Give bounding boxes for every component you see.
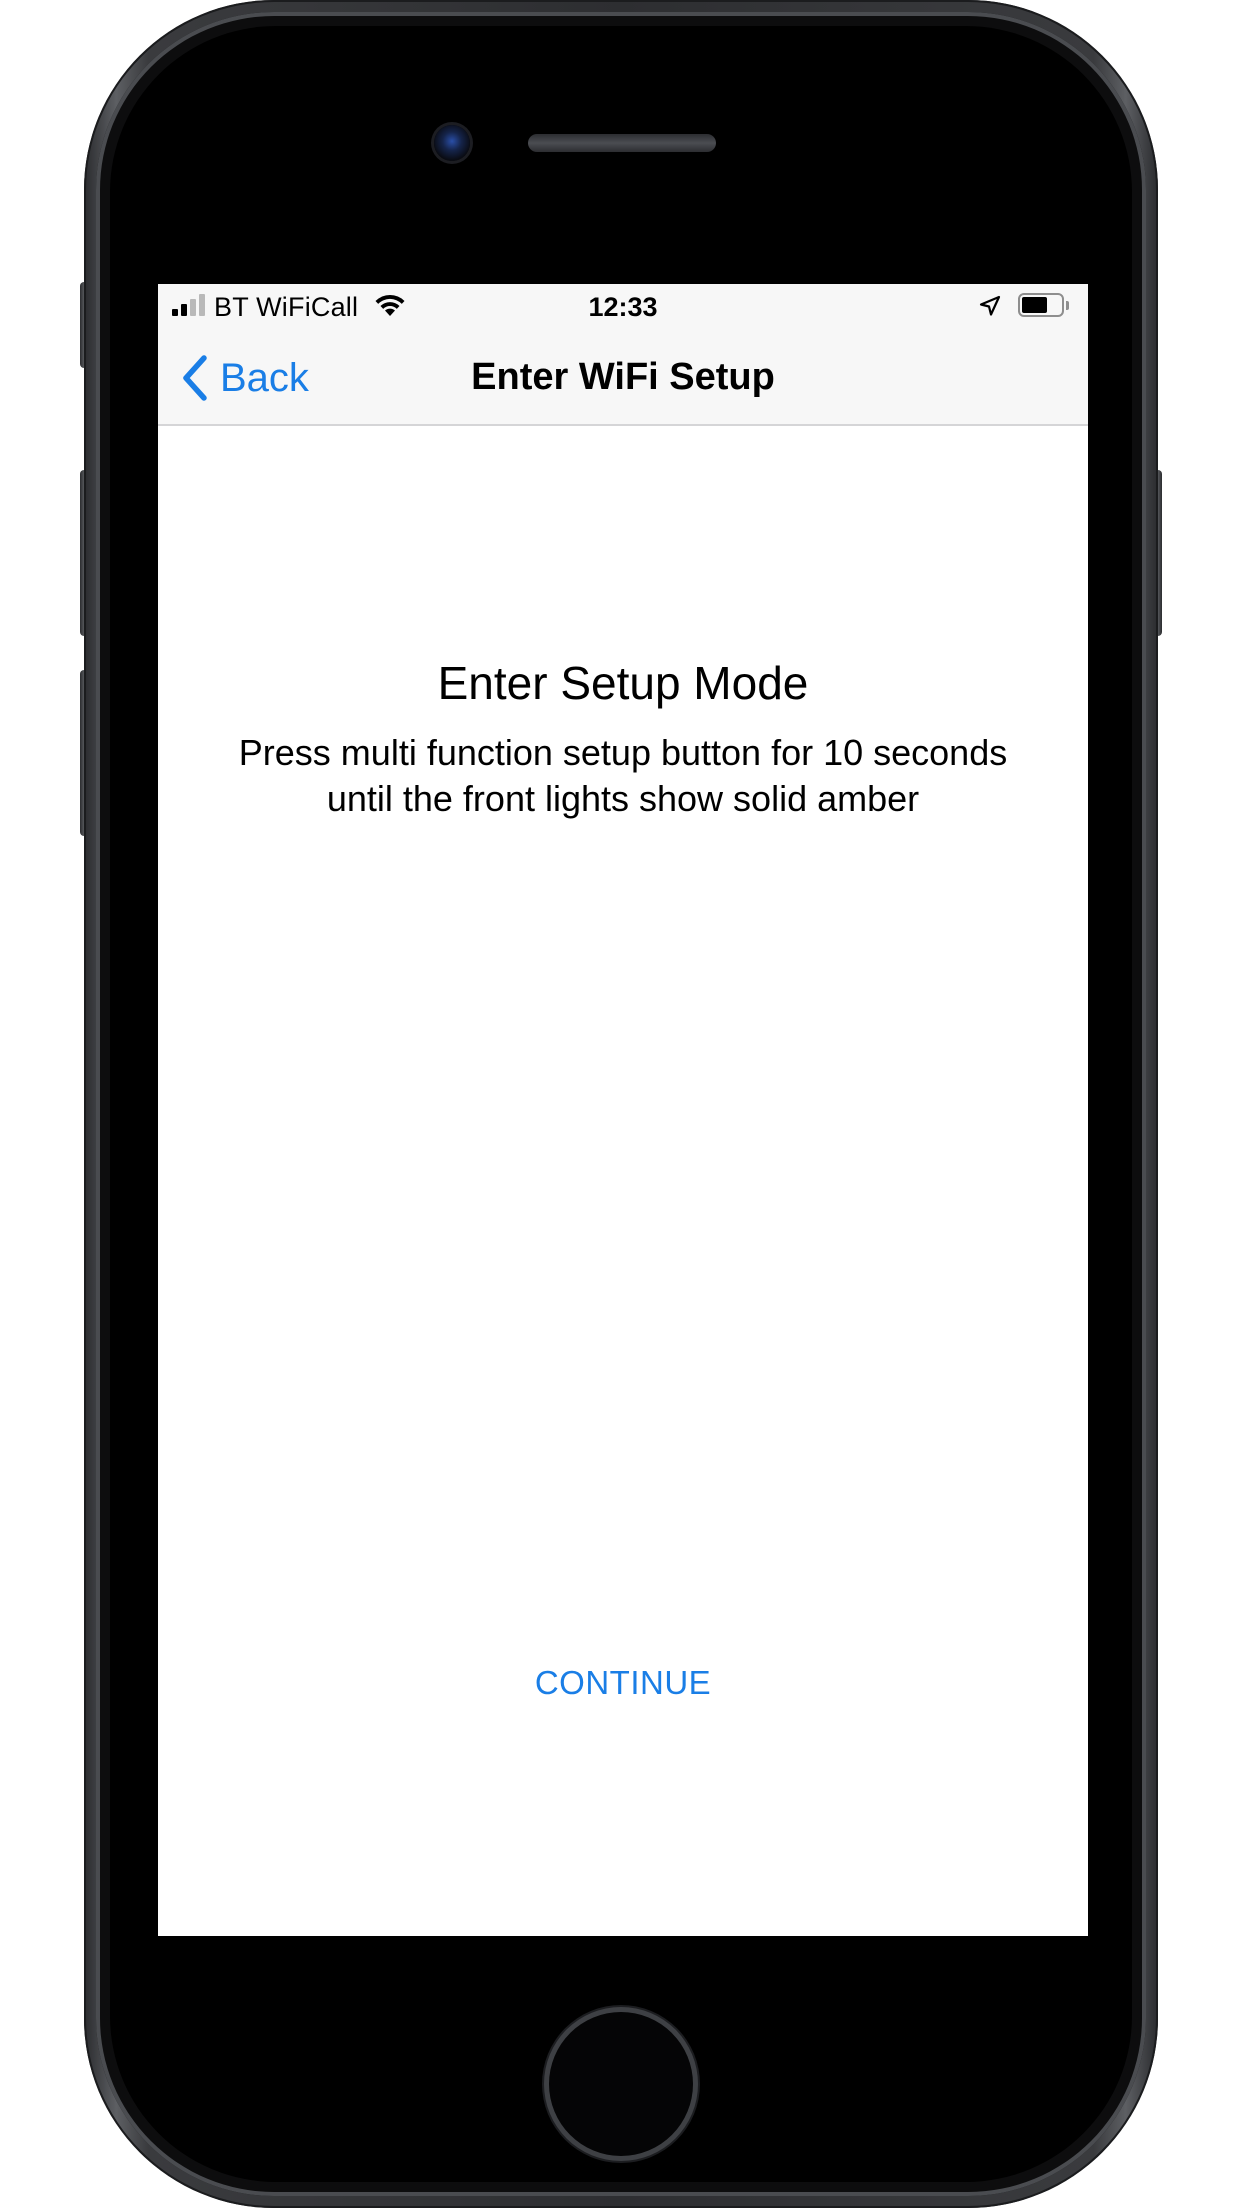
continue-button[interactable]: CONTINUE (523, 1664, 723, 1702)
battery-tip (1066, 301, 1069, 310)
battery-level (1022, 297, 1047, 313)
instruction-line: until the front lights show solid amber (326, 778, 920, 819)
setup-heading: Enter Setup Mode (437, 657, 809, 709)
setup-instructions: Press multi function setup button for 10… (158, 730, 1088, 822)
earpiece-speaker (528, 134, 716, 152)
location-arrow-icon (979, 295, 1001, 316)
device-mockup: BT WiFiCall 12:33 Back Enter WiFi Setup … (0, 0, 1242, 2208)
page-title: Enter WiFi Setup (471, 356, 775, 398)
status-bar: BT WiFiCall 12:33 (158, 284, 1088, 330)
front-camera (434, 125, 470, 161)
navigation-bar: Back Enter WiFi Setup (158, 330, 1088, 426)
status-time: 12:33 (588, 292, 658, 322)
app-screen: BT WiFiCall 12:33 Back Enter WiFi Setup … (158, 284, 1088, 1936)
battery-icon (1018, 293, 1070, 319)
instruction-line: Press multi function setup button for 10… (238, 732, 1008, 773)
home-button[interactable] (549, 2012, 693, 2156)
